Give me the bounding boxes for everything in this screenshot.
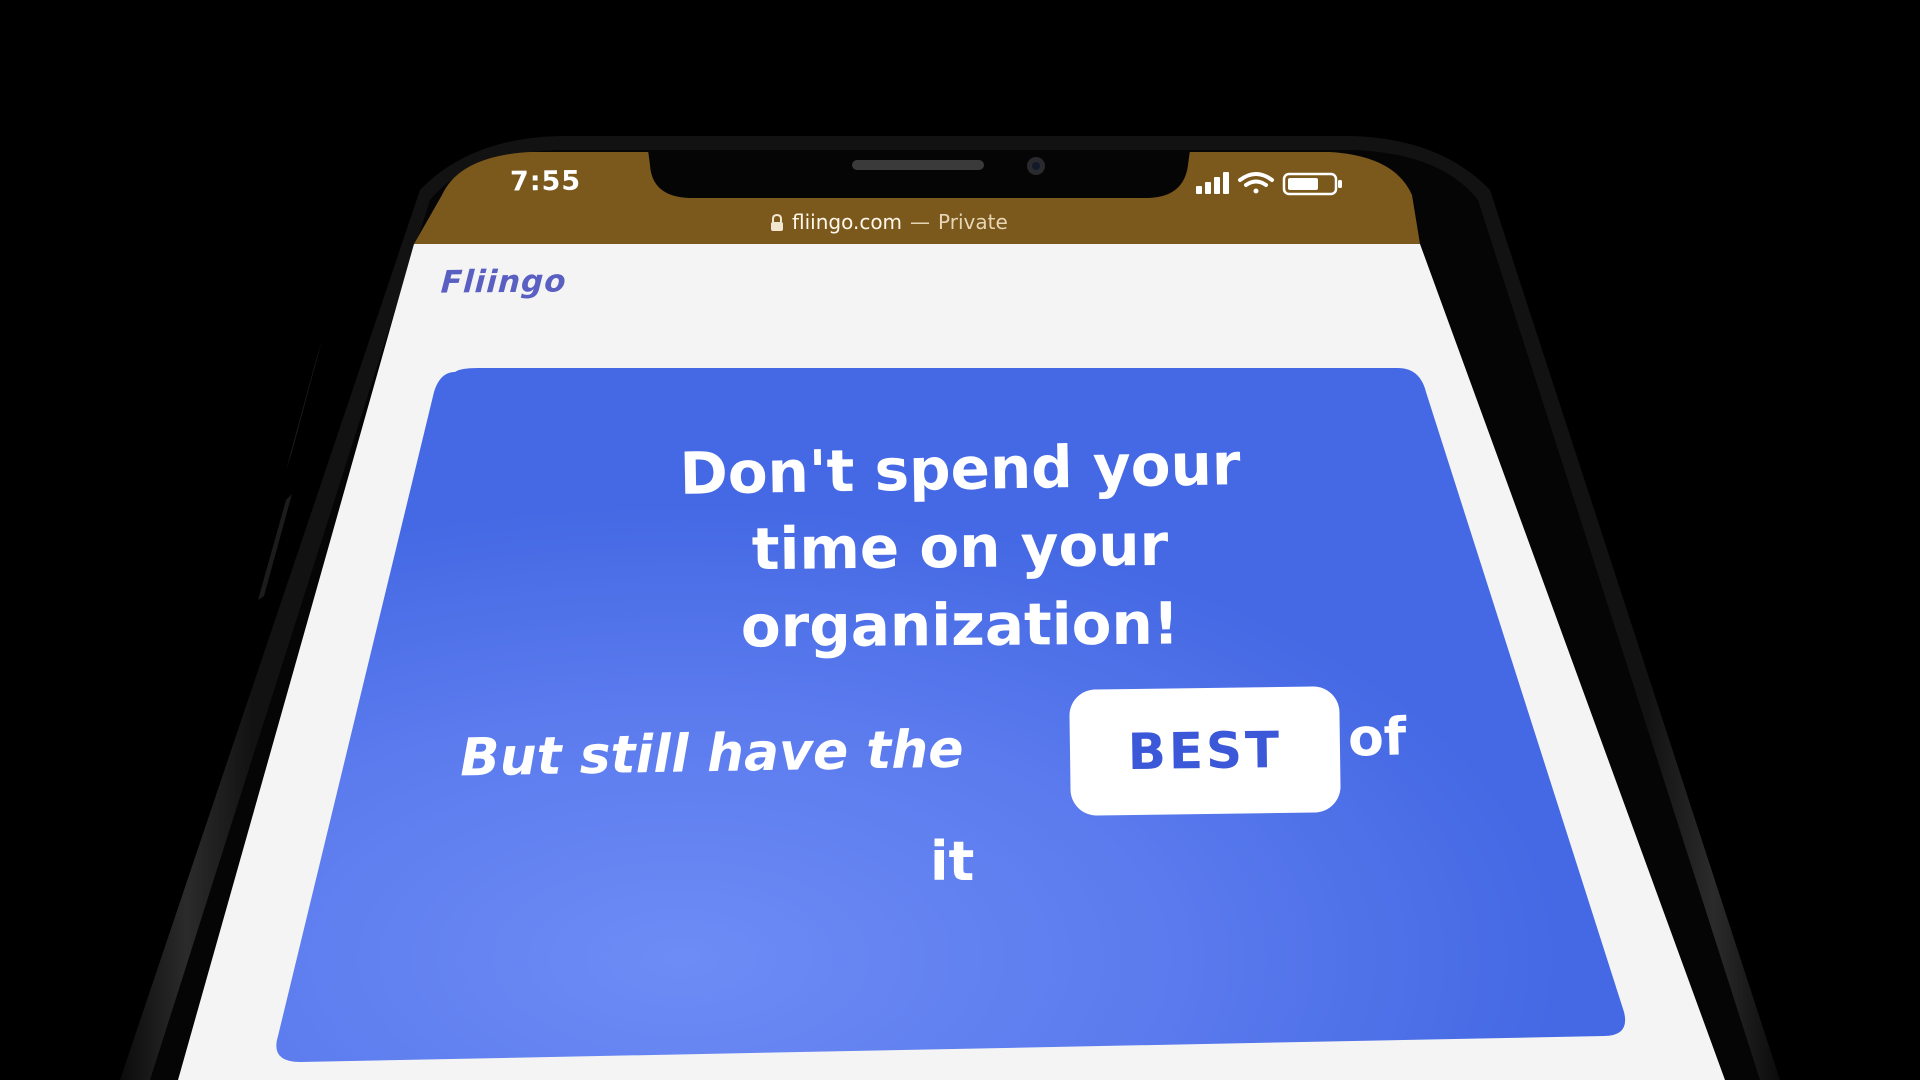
- side-button-left-2: [258, 494, 292, 600]
- hero-subline: But still have the BEST of: [459, 686, 1420, 816]
- lock-icon: [770, 213, 784, 231]
- hero-headline: Don't spend your time on your organizati…: [420, 430, 1500, 664]
- hero-sub-prefix: But still have the: [459, 719, 965, 789]
- address-bar[interactable]: fliingo.com — Private: [770, 207, 1090, 237]
- speaker-grille: [852, 160, 984, 170]
- hero-sub-suffix: of: [1347, 707, 1408, 769]
- hero-line-3: organization!: [740, 589, 1180, 661]
- battery-icon: [1282, 172, 1342, 196]
- url-domain: fliingo.com: [792, 210, 903, 234]
- site-logo[interactable]: Fliingo: [440, 263, 568, 300]
- hero-line-2: time on your: [751, 510, 1169, 584]
- screenshot-stage: 7:55 fliingo.com — Private Fliingo Don't…: [0, 0, 1920, 1080]
- wifi-icon: [1238, 172, 1274, 194]
- side-button-left: [286, 340, 322, 470]
- status-icons: [1196, 170, 1361, 198]
- hero-line-1: Don't spend your: [678, 430, 1241, 508]
- notch: [648, 150, 1190, 198]
- hero-sub-end: it: [930, 830, 975, 893]
- best-badge: BEST: [1069, 686, 1341, 816]
- url-separator: —: [910, 210, 931, 234]
- status-time: 7:55: [509, 165, 582, 198]
- private-mode-label: Private: [938, 210, 1008, 234]
- signal-icon: [1196, 172, 1229, 194]
